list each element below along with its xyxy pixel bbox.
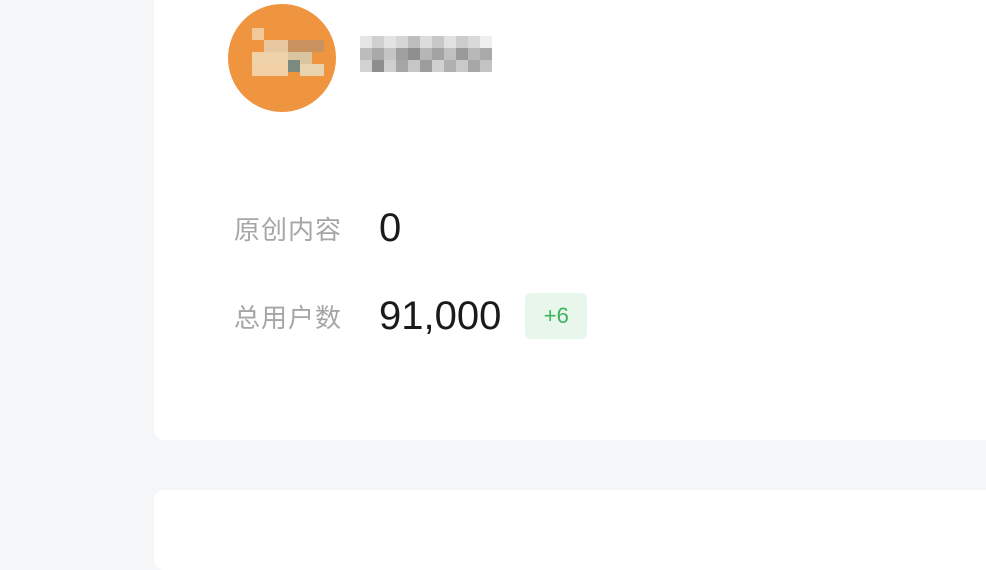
total-users-label: 总用户数 bbox=[234, 303, 343, 334]
next-card bbox=[154, 490, 986, 570]
original-content-row: 原创内容 0 bbox=[234, 206, 401, 251]
total-users-value: 91,000 bbox=[379, 293, 502, 338]
avatar[interactable] bbox=[228, 4, 336, 112]
users-delta-badge: +6 bbox=[525, 293, 588, 339]
original-content-label: 原创内容 bbox=[234, 216, 343, 246]
total-users-row: 总用户数 91,000 +6 bbox=[234, 293, 588, 339]
original-content-value: 0 bbox=[379, 206, 402, 250]
account-name-blurred bbox=[360, 36, 492, 72]
